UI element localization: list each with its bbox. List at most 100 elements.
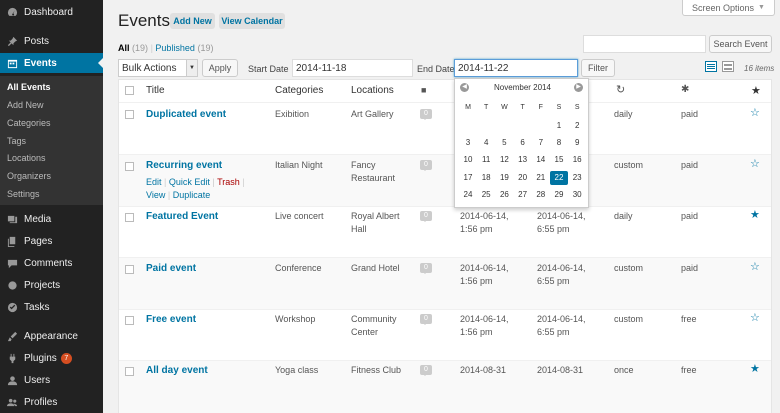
menu-projects[interactable]: Projects [0, 275, 103, 295]
event-location-link[interactable]: Grand Hotel [351, 262, 400, 275]
event-title-link[interactable]: Duplicated event [146, 108, 226, 121]
datepicker-day[interactable]: 5 [495, 136, 513, 150]
featured-star-outline-icon[interactable]: ☆ [750, 157, 760, 170]
datepicker-day[interactable]: 28 [532, 188, 550, 202]
trash-link[interactable]: Trash [217, 177, 240, 187]
event-location-link[interactable]: Art Gallery [351, 108, 394, 121]
menu-plugins[interactable]: Plugins 7 [0, 348, 103, 368]
screen-options-button[interactable]: Screen Options ▼ [682, 0, 775, 16]
event-category-link[interactable]: Conference [275, 262, 322, 275]
datepicker-day[interactable]: 17 [459, 171, 477, 185]
comment-count-bubble[interactable]: 0 [420, 365, 432, 376]
submenu-add-new[interactable]: Add New [7, 100, 44, 110]
featured-star-outline-icon[interactable]: ☆ [750, 311, 760, 324]
view-calendar-button[interactable]: View Calendar [219, 13, 285, 29]
datepicker-day[interactable]: 23 [568, 171, 586, 185]
excerpt-view-icon[interactable] [722, 61, 734, 72]
quick-edit-link[interactable]: Quick Edit [169, 177, 210, 187]
event-location-link[interactable]: Royal Albert Hall [351, 210, 409, 236]
event-title-link[interactable]: All day event [146, 364, 208, 377]
datepicker-day[interactable]: 13 [514, 153, 532, 167]
datepicker-day[interactable]: 14 [532, 153, 550, 167]
submenu-categories[interactable]: Categories [7, 118, 51, 128]
datepicker-day[interactable]: 18 [477, 171, 495, 185]
row-checkbox[interactable] [125, 110, 134, 119]
menu-dashboard[interactable]: Dashboard [0, 2, 103, 22]
list-view-icon[interactable] [705, 61, 717, 72]
menu-tasks[interactable]: Tasks [0, 297, 103, 317]
menu-events[interactable]: Events [0, 53, 103, 73]
edit-link[interactable]: Edit [146, 177, 162, 187]
add-new-button[interactable]: Add New [170, 13, 215, 29]
search-event-button[interactable]: Search Event [709, 35, 772, 53]
datepicker-day[interactable]: 29 [550, 188, 568, 202]
row-checkbox[interactable] [125, 213, 134, 222]
event-category-link[interactable]: Live concert [275, 210, 324, 223]
datepicker-day[interactable]: 7 [532, 136, 550, 150]
datepicker-day[interactable]: 26 [495, 188, 513, 202]
view-link[interactable]: View [146, 190, 165, 200]
comment-count-bubble[interactable]: 0 [420, 160, 432, 171]
menu-pages[interactable]: Pages [0, 231, 103, 251]
datepicker-day[interactable]: 16 [568, 153, 586, 167]
start-date-input[interactable]: 2014-11-18 [292, 59, 413, 77]
datepicker-day[interactable]: 25 [477, 188, 495, 202]
event-category-link[interactable]: Exibition [275, 108, 309, 121]
menu-posts[interactable]: Posts [0, 31, 103, 51]
event-location-link[interactable]: Community Center [351, 313, 409, 339]
datepicker-day[interactable]: 10 [459, 153, 477, 167]
next-month-icon[interactable]: ▶ [574, 83, 583, 92]
datepicker-day[interactable]: 27 [514, 188, 532, 202]
duplicate-link[interactable]: Duplicate [173, 190, 211, 200]
datepicker-day[interactable]: 24 [459, 188, 477, 202]
event-location-link[interactable]: Fancy Restaurant [351, 159, 413, 185]
status-all-link[interactable]: All [118, 43, 130, 53]
row-checkbox[interactable] [125, 316, 134, 325]
select-all-checkbox[interactable] [125, 86, 134, 95]
event-location-link[interactable]: Fitness Club [351, 364, 401, 377]
event-category-link[interactable]: Italian Night [275, 159, 323, 172]
status-published-link[interactable]: Published [155, 43, 195, 53]
comment-count-bubble[interactable]: 0 [420, 211, 432, 222]
event-title-link[interactable]: Free event [146, 313, 196, 326]
comment-count-bubble[interactable]: 0 [420, 263, 432, 274]
event-title-link[interactable]: Recurring event [146, 159, 222, 172]
row-checkbox[interactable] [125, 367, 134, 376]
datepicker-day[interactable]: 6 [514, 136, 532, 150]
submenu-tags[interactable]: Tags [7, 136, 26, 146]
end-date-input[interactable]: 2014-11-22 [454, 59, 578, 77]
featured-star-outline-icon[interactable]: ☆ [750, 260, 760, 273]
menu-appearance[interactable]: Appearance [0, 326, 103, 346]
datepicker-day[interactable]: 21 [532, 171, 550, 185]
datepicker-day[interactable]: 20 [514, 171, 532, 185]
event-title-link[interactable]: Paid event [146, 262, 196, 275]
menu-profiles[interactable]: Profiles [0, 392, 103, 412]
event-category-link[interactable]: Yoga class [275, 364, 318, 377]
filter-button[interactable]: Filter [581, 59, 615, 77]
featured-star-filled-icon[interactable]: ★ [750, 208, 760, 221]
datepicker-day[interactable]: 9 [568, 136, 586, 150]
datepicker-day[interactable]: 8 [550, 136, 568, 150]
datepicker-day-selected[interactable]: 22 [550, 170, 568, 185]
search-input[interactable] [583, 35, 706, 53]
menu-users[interactable]: Users [0, 370, 103, 390]
datepicker-day[interactable]: 19 [495, 171, 513, 185]
row-checkbox[interactable] [125, 265, 134, 274]
datepicker-day[interactable]: 3 [459, 136, 477, 150]
comment-count-bubble[interactable]: 0 [420, 314, 432, 325]
submenu-organizers[interactable]: Organizers [7, 171, 51, 181]
datepicker-day[interactable]: 1 [550, 119, 568, 133]
apply-button[interactable]: Apply [202, 59, 238, 77]
datepicker-day[interactable]: 12 [495, 153, 513, 167]
featured-star-outline-icon[interactable]: ☆ [750, 106, 760, 119]
bulk-actions-select[interactable]: Bulk Actions ▼ [118, 59, 198, 77]
column-title[interactable]: Title [146, 85, 165, 96]
menu-comments[interactable]: Comments [0, 253, 103, 273]
menu-media[interactable]: Media [0, 209, 103, 229]
event-title-link[interactable]: Featured Event [146, 210, 218, 223]
datepicker-day[interactable]: 2 [568, 119, 586, 133]
submenu-all-events[interactable]: All Events [7, 82, 51, 92]
featured-star-filled-icon[interactable]: ★ [750, 362, 760, 375]
submenu-settings[interactable]: Settings [7, 189, 40, 199]
datepicker-day[interactable]: 4 [477, 136, 495, 150]
